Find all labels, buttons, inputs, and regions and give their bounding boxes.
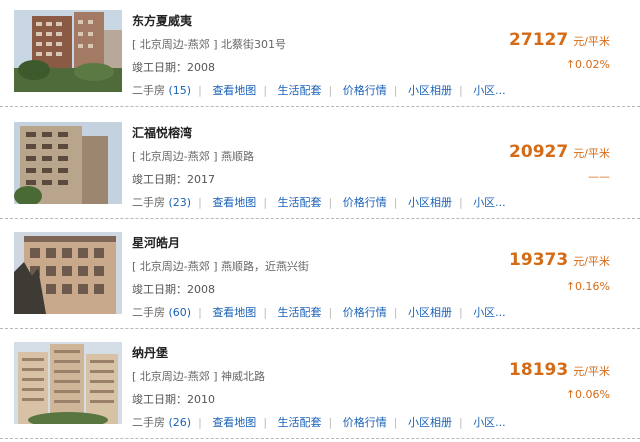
price-unit: 元/平米: [573, 255, 610, 268]
secondhand-label[interactable]: 二手房: [132, 196, 165, 209]
facilities-link[interactable]: 生活配套: [278, 84, 322, 97]
community-address: [ 北京周边-燕郊 ] 燕顺路，近燕兴街: [132, 260, 310, 273]
community-address: [ 北京周边-燕郊 ] 燕顺路: [132, 150, 255, 163]
secondhand-label[interactable]: 二手房: [132, 306, 165, 319]
community-address: [ 北京周边-燕郊 ] 神威北路: [132, 370, 266, 383]
action-links: 二手房 (15) | 查看地图 | 生活配套 | 价格行情 | 小区相册 | 小区...: [132, 84, 506, 97]
completion-date: 竣工日期：2008: [132, 283, 215, 296]
community-photo[interactable]: [14, 232, 122, 314]
price-value: 18193: [509, 360, 569, 380]
divider: [0, 438, 640, 439]
secondhand-count[interactable]: (26): [169, 416, 192, 429]
secondhand-count[interactable]: (60): [169, 306, 192, 319]
completion-date: 竣工日期：2017: [132, 173, 215, 186]
listing-item: 纳丹堡 [ 北京周边-燕郊 ] 神威北路 竣工日期：2010 二手房 (26) |…: [0, 334, 640, 440]
community-name[interactable]: 汇福悦榕湾: [132, 124, 192, 141]
prices-link[interactable]: 价格行情: [343, 84, 387, 97]
price-change: ↑0.16%: [565, 280, 610, 293]
view-map-link[interactable]: 查看地图: [212, 84, 256, 97]
price: 20927 元/平米: [509, 142, 610, 162]
facilities-link[interactable]: 生活配套: [278, 306, 322, 319]
price-unit: 元/平米: [573, 147, 610, 160]
completion-date: 竣工日期：2008: [132, 61, 215, 74]
completion-date: 竣工日期：2010: [132, 393, 215, 406]
price: 18193 元/平米: [509, 360, 610, 380]
action-links: 二手房 (60) | 查看地图 | 生活配套 | 价格行情 | 小区相册 | 小区...: [132, 306, 506, 319]
divider: [0, 106, 640, 107]
view-map-link[interactable]: 查看地图: [212, 306, 256, 319]
price-change: ↑0.02%: [565, 58, 610, 71]
secondhand-count[interactable]: (15): [169, 84, 192, 97]
community-photo[interactable]: [14, 342, 122, 424]
price-value: 27127: [509, 30, 569, 50]
price-unit: 元/平米: [573, 365, 610, 378]
divider: [0, 328, 640, 329]
action-links: 二手房 (23) | 查看地图 | 生活配套 | 价格行情 | 小区相册 | 小区...: [132, 196, 506, 209]
secondhand-count[interactable]: (23): [169, 196, 192, 209]
listing-item: 东方夏威夷 [ 北京周边-燕郊 ] 北蔡街301号 竣工日期：2008 二手房 …: [0, 0, 640, 106]
view-map-link[interactable]: 查看地图: [212, 416, 256, 429]
community-list: 东方夏威夷 [ 北京周边-燕郊 ] 北蔡街301号 竣工日期：2008 二手房 …: [0, 0, 640, 442]
secondhand-label[interactable]: 二手房: [132, 84, 165, 97]
price-unit: 元/平米: [573, 35, 610, 48]
listing-item: 星河皓月 [ 北京周边-燕郊 ] 燕顺路，近燕兴街 竣工日期：2008 二手房 …: [0, 224, 640, 330]
more-link[interactable]: 小区...: [473, 416, 506, 429]
action-links: 二手房 (26) | 查看地图 | 生活配套 | 价格行情 | 小区相册 | 小区...: [132, 416, 506, 429]
price: 27127 元/平米: [509, 30, 610, 50]
facilities-link[interactable]: 生活配套: [278, 416, 322, 429]
community-name[interactable]: 纳丹堡: [132, 344, 168, 361]
more-link[interactable]: 小区...: [473, 196, 506, 209]
prices-link[interactable]: 价格行情: [343, 416, 387, 429]
community-photo[interactable]: [14, 122, 122, 204]
price: 19373 元/平米: [509, 250, 610, 270]
more-link[interactable]: 小区...: [473, 306, 506, 319]
more-link[interactable]: 小区...: [473, 84, 506, 97]
album-link[interactable]: 小区相册: [408, 416, 452, 429]
divider: [0, 218, 640, 219]
price-value: 20927: [509, 142, 569, 162]
price-change: ——: [588, 170, 610, 183]
listing-item: 汇福悦榕湾 [ 北京周边-燕郊 ] 燕顺路 竣工日期：2017 二手房 (23)…: [0, 112, 640, 218]
secondhand-label[interactable]: 二手房: [132, 416, 165, 429]
album-link[interactable]: 小区相册: [408, 196, 452, 209]
price-change: ↑0.06%: [565, 388, 610, 401]
facilities-link[interactable]: 生活配套: [278, 196, 322, 209]
price-value: 19373: [509, 250, 569, 270]
community-name[interactable]: 星河皓月: [132, 234, 180, 251]
community-photo[interactable]: [14, 10, 122, 92]
community-name[interactable]: 东方夏威夷: [132, 12, 192, 29]
prices-link[interactable]: 价格行情: [343, 196, 387, 209]
album-link[interactable]: 小区相册: [408, 84, 452, 97]
community-address: [ 北京周边-燕郊 ] 北蔡街301号: [132, 38, 287, 51]
album-link[interactable]: 小区相册: [408, 306, 452, 319]
prices-link[interactable]: 价格行情: [343, 306, 387, 319]
view-map-link[interactable]: 查看地图: [212, 196, 256, 209]
